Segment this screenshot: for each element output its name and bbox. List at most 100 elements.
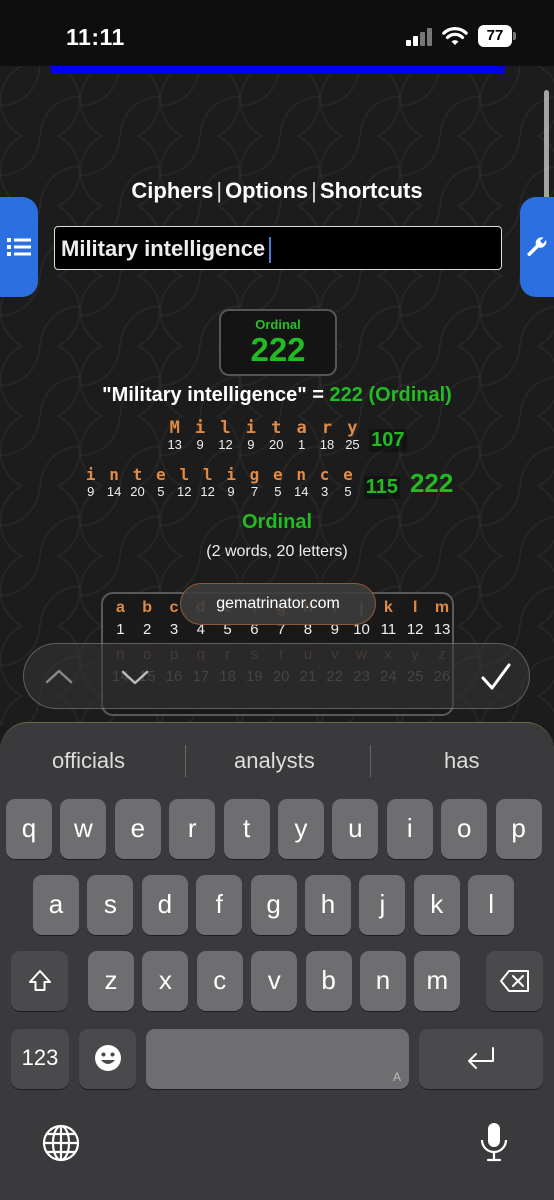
- nav-separator: |: [216, 178, 223, 203]
- key-f[interactable]: f: [196, 875, 243, 935]
- wifi-icon: [442, 27, 468, 45]
- cipher-table-number: 3: [169, 621, 179, 638]
- return-key[interactable]: [419, 1029, 543, 1089]
- letter-cell: M 13: [162, 419, 187, 452]
- letter-value: 13: [167, 437, 182, 452]
- letter-cell: n 14: [102, 466, 125, 500]
- suggestion-1[interactable]: officials: [52, 723, 125, 799]
- letter-value: 12: [177, 484, 192, 499]
- letter-cell: t 20: [264, 419, 289, 452]
- cipher-table-letter: l: [412, 599, 418, 616]
- settings-button[interactable]: [520, 197, 554, 297]
- key-i[interactable]: i: [386, 799, 433, 859]
- letter: t: [132, 465, 143, 484]
- letter-value: 14: [106, 484, 122, 499]
- letter-value: 5: [274, 484, 282, 499]
- key-a[interactable]: a: [33, 875, 79, 935]
- shift-icon: [28, 970, 51, 991]
- key-q[interactable]: q: [6, 799, 52, 859]
- letter-cell: e5: [266, 466, 289, 500]
- cipher-table-letter: a: [115, 599, 125, 616]
- key-v[interactable]: v: [251, 951, 298, 1011]
- letter-value: 3: [320, 484, 329, 499]
- result-phrase: "Military intelligence" =: [102, 384, 324, 406]
- cipher-table-number: 13: [433, 621, 451, 638]
- key-t[interactable]: t: [223, 799, 270, 859]
- key-e[interactable]: e: [114, 799, 161, 859]
- space-key-mark: A: [392, 1070, 401, 1084]
- menu-button[interactable]: [0, 197, 38, 297]
- letter-cell: i9: [187, 419, 212, 452]
- key-y[interactable]: y: [278, 799, 324, 859]
- key-x[interactable]: x: [142, 951, 189, 1011]
- space-key[interactable]: A: [146, 1029, 409, 1089]
- key-j[interactable]: j: [359, 875, 406, 935]
- url-pill[interactable]: gematrinator.com: [180, 583, 376, 625]
- letter-value: 12: [200, 484, 215, 499]
- letter-value: 20: [130, 484, 145, 499]
- letter-value: 5: [157, 484, 165, 499]
- key-d[interactable]: d: [141, 875, 188, 935]
- numbers-key[interactable]: 123: [11, 1029, 69, 1089]
- cipher-result-box[interactable]: Ordinal 222: [219, 309, 337, 376]
- shortcuts-link[interactable]: Shortcuts: [320, 178, 423, 203]
- options-link[interactable]: Options: [225, 178, 308, 203]
- top-progress-bar: [51, 66, 505, 74]
- key-r[interactable]: r: [169, 799, 216, 859]
- suggestion-divider: [185, 745, 186, 777]
- key-p[interactable]: p: [495, 799, 542, 859]
- delete-key[interactable]: [486, 951, 543, 1011]
- letter-value: 25: [345, 437, 360, 452]
- shift-key[interactable]: [11, 951, 68, 1011]
- letter-value: 5: [344, 484, 352, 499]
- grand-total: 222: [409, 468, 454, 498]
- key-o[interactable]: o: [441, 799, 488, 859]
- key-m[interactable]: m: [414, 951, 461, 1011]
- key-s[interactable]: s: [87, 875, 134, 935]
- letter-cell: e5: [336, 465, 359, 500]
- key-h[interactable]: h: [305, 875, 351, 935]
- word-letter-count: (2 words, 20 letters): [206, 543, 348, 560]
- nav-links: Ciphers | Options | Shortcuts: [0, 178, 554, 204]
- search-input[interactable]: Military intelligence: [54, 226, 502, 270]
- letter-cell: l 12: [173, 466, 196, 500]
- key-c[interactable]: c: [196, 951, 243, 1011]
- key-k[interactable]: k: [413, 875, 460, 935]
- letter: n: [296, 465, 307, 484]
- letter-value: 18: [319, 437, 335, 452]
- key-b[interactable]: b: [305, 951, 352, 1011]
- emoji-key[interactable]: [79, 1029, 136, 1089]
- letter-value: 9: [247, 437, 255, 452]
- key-g[interactable]: g: [250, 875, 297, 935]
- letter: e: [343, 465, 353, 484]
- cipher-result-value: 222: [250, 331, 306, 368]
- checkmark-icon[interactable]: [480, 662, 512, 692]
- key-l[interactable]: l: [468, 875, 515, 935]
- suggestion-divider: [370, 745, 371, 777]
- letter-value: 14: [293, 484, 309, 499]
- key-z[interactable]: z: [88, 951, 134, 1011]
- key-u[interactable]: u: [332, 799, 379, 859]
- letter-value: 7: [250, 484, 259, 499]
- letter: M: [169, 418, 180, 438]
- letter-cell: a1: [289, 419, 314, 452]
- form-accessory-bar: [23, 643, 530, 709]
- delete-icon: [499, 970, 529, 992]
- keyboard: officials analysts has qwertyuiop asdfgh…: [0, 722, 554, 1200]
- suggestion-3[interactable]: has: [444, 723, 479, 799]
- letter-value: 20: [269, 437, 284, 452]
- letter-cell: y 25: [340, 419, 365, 452]
- key-n[interactable]: n: [360, 951, 406, 1011]
- globe-icon[interactable]: [41, 1123, 81, 1163]
- suggestion-2[interactable]: analysts: [234, 723, 315, 799]
- chevron-down-icon[interactable]: [120, 662, 150, 692]
- cipher-table-number: 12: [406, 621, 424, 638]
- ciphers-link[interactable]: Ciphers: [131, 178, 213, 203]
- letter: l: [220, 418, 231, 438]
- letter: r: [321, 418, 333, 438]
- microphone-icon[interactable]: [479, 1121, 509, 1163]
- status-time: 11:11: [66, 24, 125, 50]
- chevron-up-icon[interactable]: [44, 662, 74, 692]
- key-w[interactable]: w: [60, 799, 107, 859]
- letter-cell: e5: [149, 466, 172, 500]
